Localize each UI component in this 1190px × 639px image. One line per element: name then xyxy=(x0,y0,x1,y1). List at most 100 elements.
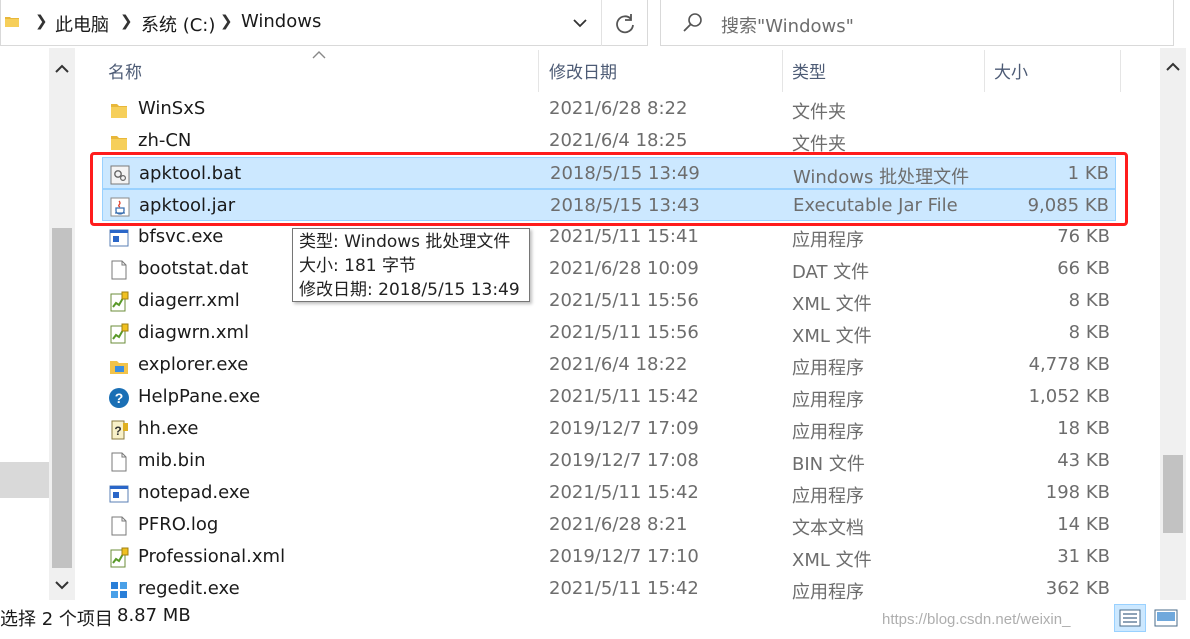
file-type: 文本文档 xyxy=(792,518,864,539)
column-divider[interactable] xyxy=(984,50,985,92)
search-input[interactable]: 搜索"Windows" xyxy=(721,12,854,38)
file-modified-date: 2019/12/7 17:09 xyxy=(549,418,699,439)
svg-text:?: ? xyxy=(114,424,121,438)
xml-file-icon xyxy=(108,547,130,569)
file-modified-date: 2021/5/11 15:42 xyxy=(549,578,699,599)
file-type: XML 文件 xyxy=(792,294,872,315)
file-row[interactable]: diagerr.xml 2021/5/11 15:56 XML 文件 8 KB xyxy=(102,285,1116,317)
file-modified-date: 2019/12/7 17:10 xyxy=(549,546,699,567)
file-name: bootstat.dat xyxy=(138,258,249,279)
file-modified-date: 2021/5/11 15:42 xyxy=(549,386,699,407)
column-divider[interactable] xyxy=(782,50,783,92)
selection-count: 选择 2 个项目 xyxy=(0,609,113,630)
file-row[interactable]: diagwrn.xml 2021/5/11 15:56 XML 文件 8 KB xyxy=(102,317,1116,349)
file-modified-date: 2021/6/28 8:21 xyxy=(549,514,688,535)
blank-file-icon xyxy=(108,259,130,281)
file-type: 应用程序 xyxy=(792,486,864,507)
nav-scroll-up-button[interactable] xyxy=(49,56,75,82)
file-row[interactable]: notepad.exe 2021/5/11 15:42 应用程序 198 KB xyxy=(102,477,1116,509)
chevron-up-icon xyxy=(55,64,69,73)
column-header-date[interactable]: 修改日期 xyxy=(549,58,617,83)
nav-scroll-thumb[interactable] xyxy=(52,228,72,568)
file-size: 43 KB xyxy=(1057,450,1110,471)
address-bar[interactable]: ❯ 此电脑 ❯ 系统 (C:) ❯ Windows xyxy=(0,0,648,46)
file-name: regedit.exe xyxy=(138,578,240,599)
file-name: notepad.exe xyxy=(138,482,251,503)
details-view-button[interactable] xyxy=(1114,604,1146,632)
file-type: 应用程序 xyxy=(792,230,864,251)
file-size: 66 KB xyxy=(1057,258,1110,279)
file-row[interactable]: bootstat.dat 2021/6/28 10:09 DAT 文件 66 KB xyxy=(102,253,1116,285)
app-window-icon xyxy=(108,483,130,505)
divider xyxy=(601,0,602,46)
search-icon xyxy=(683,13,702,32)
breadcrumb-windows[interactable]: Windows xyxy=(241,11,321,32)
file-type: XML 文件 xyxy=(792,326,872,347)
xml-file-icon xyxy=(108,323,130,345)
breadcrumb-system-drive[interactable]: 系统 (C:) xyxy=(141,11,215,37)
folder-icon xyxy=(108,99,130,121)
large-icons-view-button[interactable] xyxy=(1150,604,1182,632)
tooltip-size: 大小: 181 字节 xyxy=(299,256,416,276)
sort-ascending-icon xyxy=(312,51,326,59)
help-document-icon: ? xyxy=(108,419,130,441)
chevron-right-icon[interactable]: ❯ xyxy=(120,12,133,30)
file-modified-date: 2021/6/28 8:22 xyxy=(549,98,688,119)
file-row[interactable]: PFRO.log 2021/6/28 8:21 文本文档 14 KB xyxy=(102,509,1116,541)
file-row[interactable]: WinSxS 2021/6/28 8:22 文件夹 xyxy=(102,93,1116,125)
column-header-size[interactable]: 大小 xyxy=(994,58,1028,83)
file-name: PFRO.log xyxy=(138,514,219,535)
file-type: 应用程序 xyxy=(792,390,864,411)
file-modified-date: 2021/5/11 15:56 xyxy=(549,290,699,311)
file-row[interactable]: mib.bin 2019/12/7 17:08 BIN 文件 43 KB xyxy=(102,445,1116,477)
file-row[interactable]: Professional.xml 2019/12/7 17:10 XML 文件 31 … xyxy=(102,541,1116,573)
file-name: zh-CN xyxy=(138,130,192,151)
navigation-pane[interactable] xyxy=(0,48,49,600)
help-icon: ? xyxy=(108,387,130,409)
file-row[interactable]: ? HelpPane.exe 2021/5/11 15:42 应用程序 1,052 KB xyxy=(102,381,1116,413)
nav-selected-item[interactable] xyxy=(0,462,49,498)
file-row[interactable]: explorer.exe 2021/6/4 18:22 应用程序 4,778 KB xyxy=(102,349,1116,381)
file-name: diagerr.xml xyxy=(138,290,240,311)
file-name: mib.bin xyxy=(138,450,206,471)
file-name: bfsvc.exe xyxy=(138,226,224,247)
nav-scroll-down-button[interactable] xyxy=(49,572,75,598)
file-name: diagwrn.xml xyxy=(138,322,250,343)
file-size: 8 KB xyxy=(1068,322,1110,343)
file-type: DAT 文件 xyxy=(792,262,870,283)
details-view-icon xyxy=(1119,609,1141,627)
file-tooltip: 类型: Windows 批处理文件 大小: 181 字节 修改日期: 2018/… xyxy=(292,228,530,302)
chevron-down-icon[interactable] xyxy=(567,10,593,36)
tooltip-type: 类型: Windows 批处理文件 xyxy=(299,232,511,252)
column-header-type[interactable]: 类型 xyxy=(792,58,826,83)
chevron-right-icon[interactable]: ❯ xyxy=(220,12,233,30)
file-modified-date: 2021/5/11 15:42 xyxy=(549,482,699,503)
file-size: 14 KB xyxy=(1057,514,1110,535)
file-type: 应用程序 xyxy=(792,422,864,443)
file-list-scroll-thumb[interactable] xyxy=(1163,455,1183,533)
large-icons-view-icon xyxy=(1154,609,1178,627)
tooltip-date: 修改日期: 2018/5/15 13:49 xyxy=(299,280,520,300)
file-modified-date: 2021/5/11 15:41 xyxy=(549,226,699,247)
file-modified-date: 2021/5/11 15:56 xyxy=(549,322,699,343)
file-modified-date: 2021/6/4 18:25 xyxy=(549,130,688,151)
blank-file-icon xyxy=(108,451,130,473)
refresh-icon[interactable] xyxy=(611,10,639,38)
watermark: https://blog.csdn.net/weixin_ xyxy=(882,611,1071,628)
file-size: 198 KB xyxy=(1045,482,1110,503)
column-divider[interactable] xyxy=(1120,50,1121,92)
highlight-annotation xyxy=(90,152,1128,226)
chevron-up-icon xyxy=(1166,62,1180,71)
selection-size: 8.87 MB xyxy=(117,605,191,626)
column-divider[interactable] xyxy=(538,50,539,92)
scroll-up-button[interactable] xyxy=(1160,54,1186,80)
file-name: WinSxS xyxy=(138,98,206,119)
breadcrumb-this-pc[interactable]: 此电脑 xyxy=(55,11,109,37)
xml-file-icon xyxy=(108,291,130,313)
file-size: 31 KB xyxy=(1057,546,1110,567)
file-row[interactable]: ? hh.exe 2019/12/7 17:09 应用程序 18 KB xyxy=(102,413,1116,445)
file-size: 4,778 KB xyxy=(1028,354,1110,375)
search-box[interactable]: 搜索"Windows" xyxy=(660,0,1174,46)
file-modified-date: 2021/6/4 18:22 xyxy=(549,354,688,375)
column-header-name[interactable]: 名称 xyxy=(108,58,142,83)
